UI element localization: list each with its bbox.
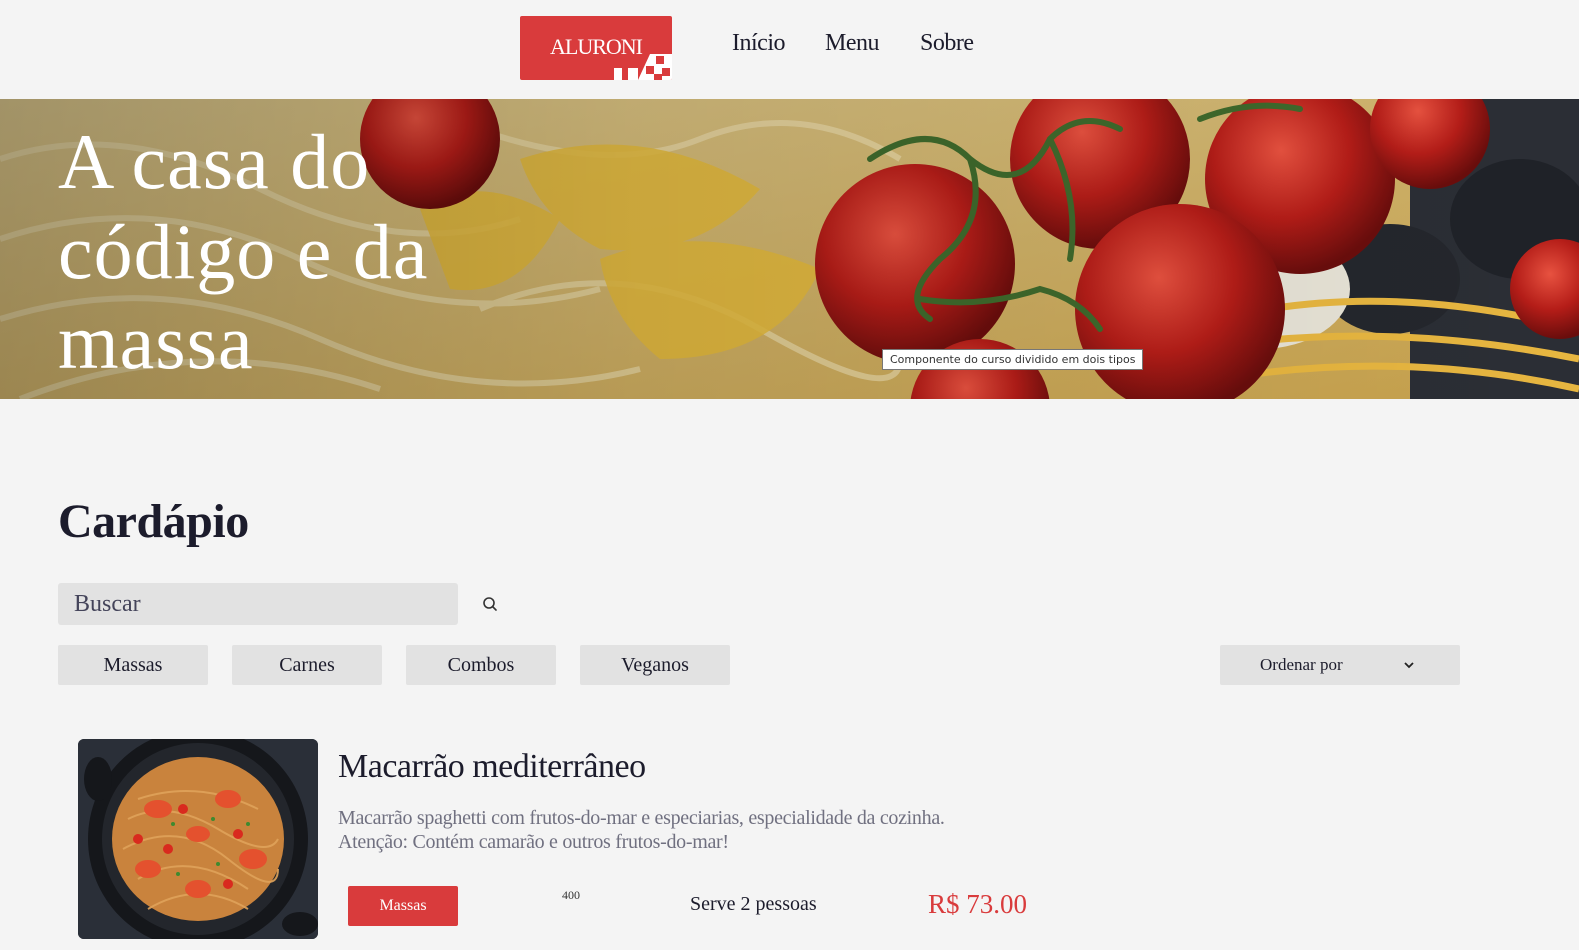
sort-label: Ordenar por (1260, 655, 1343, 674)
logo[interactable]: ALURONI (520, 16, 672, 80)
menu-title: Cardápio (58, 495, 249, 548)
dish-title: Macarrão mediterrâneo (338, 748, 646, 785)
dish-serves: Serve 2 pessoas (690, 893, 817, 915)
nav-menu[interactable]: Menu (825, 30, 880, 57)
nav-inicio[interactable]: Início (732, 30, 785, 57)
search-input[interactable] (58, 583, 418, 625)
search-box (58, 583, 497, 625)
checker-pattern-icon (614, 54, 672, 80)
dish-price: R$ 73.00 (928, 889, 1028, 919)
filter-veganos[interactable]: Veganos (580, 645, 730, 685)
dish-category-tag: Massas (348, 886, 458, 926)
hero-banner: A casa do código e da massa Componente d… (0, 99, 1579, 399)
dish-size: 400 (562, 888, 580, 902)
filter-carnes[interactable]: Carnes (232, 645, 382, 685)
chevron-down-icon (1404, 662, 1414, 669)
filter-combos[interactable]: Combos (406, 645, 556, 685)
search-icon[interactable] (482, 596, 498, 612)
hero-title: A casa do código e da massa (58, 118, 429, 385)
filter-massas[interactable]: Massas (58, 645, 208, 685)
dish-description: Macarrão spaghetti com frutos-do-mar e e… (338, 807, 945, 853)
nav-sobre[interactable]: Sobre (920, 30, 974, 57)
dish-image (78, 739, 318, 939)
hero-tooltip: Componente do curso dividido em dois tip… (882, 349, 1144, 370)
site-header: ALURONI Início Menu Sobre (0, 0, 1579, 99)
sort-dropdown[interactable]: Ordenar por (1220, 645, 1460, 685)
